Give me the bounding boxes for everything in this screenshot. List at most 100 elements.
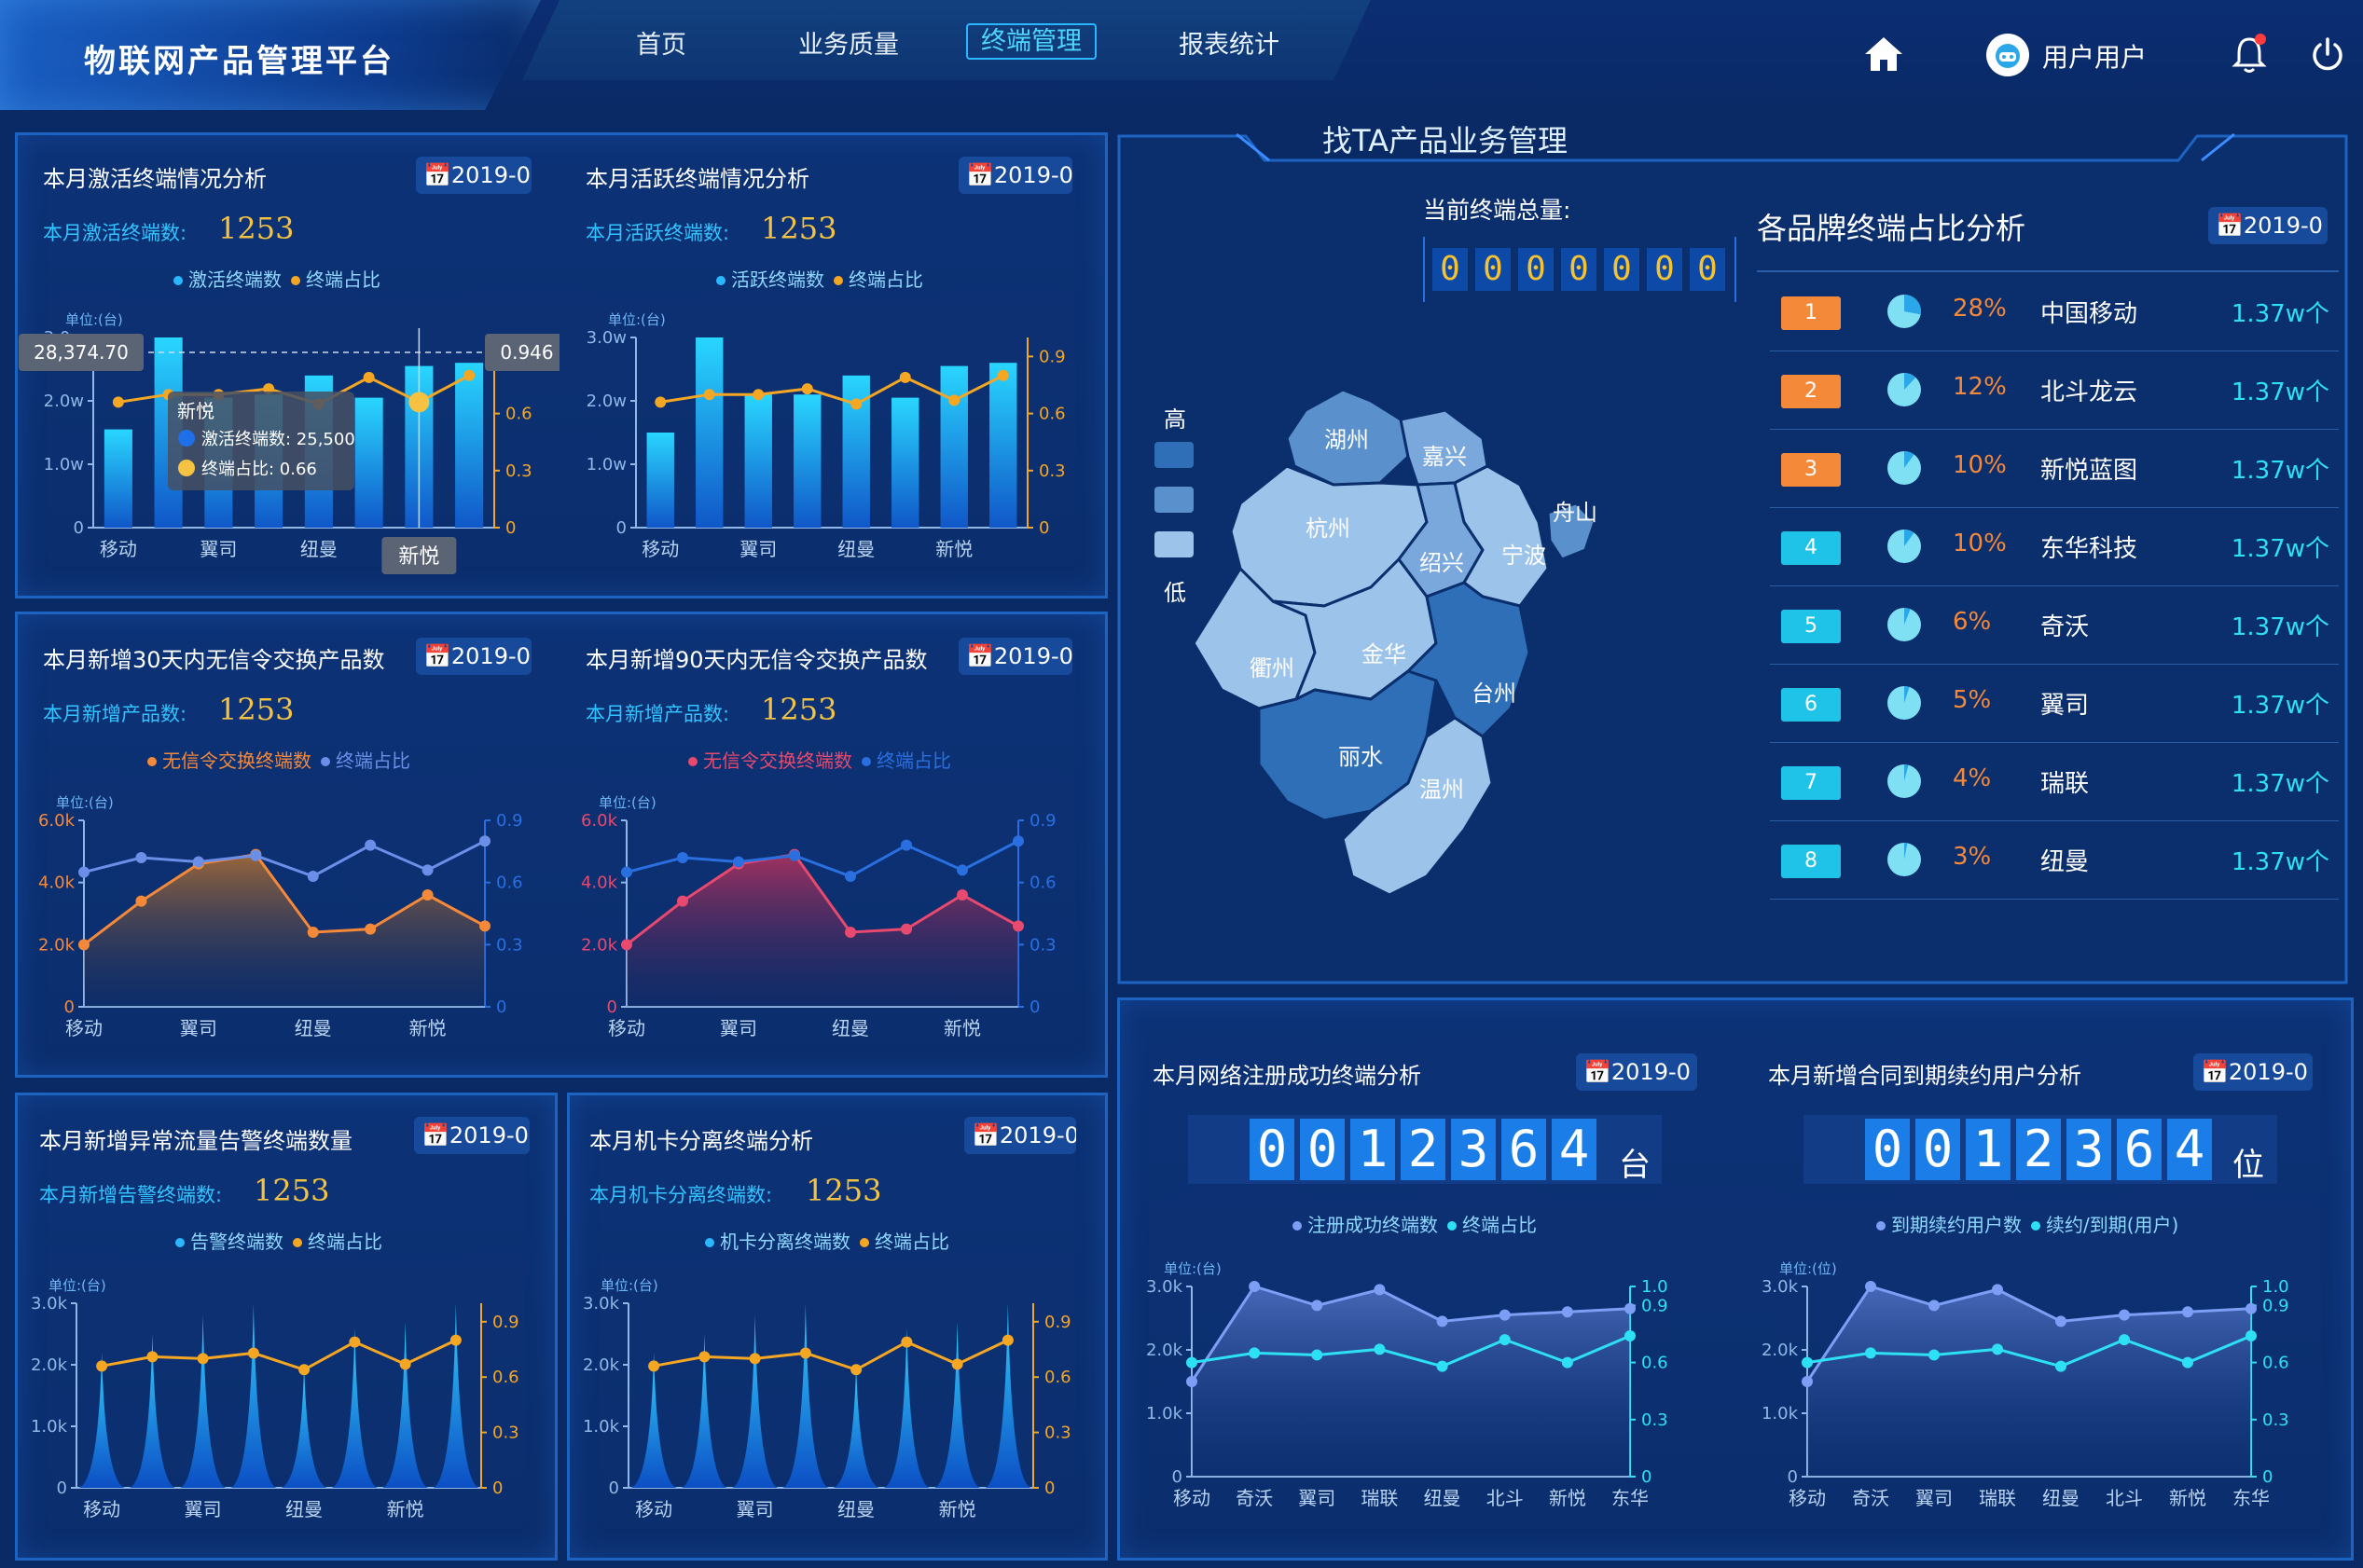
brand-row[interactable]: 3 10% 新悦蓝图 1.37w个 bbox=[1770, 429, 2339, 508]
brand-row[interactable]: 8 3% 纽曼 1.37w个 bbox=[1770, 820, 2339, 900]
ratio-point bbox=[1928, 1349, 1940, 1361]
panel1-date-picker[interactable]: 📅2019-0 bbox=[416, 157, 532, 194]
y-tick-label: 2.0k bbox=[581, 935, 618, 955]
legend-item: 终端占比 bbox=[849, 268, 923, 291]
power-icon[interactable] bbox=[2309, 35, 2346, 73]
y-tick-label: 4.0k bbox=[38, 873, 76, 893]
spike-bar bbox=[180, 1315, 227, 1488]
brand-row[interactable]: 1 28% 中国移动 1.37w个 bbox=[1770, 272, 2339, 351]
y2-tick-label: 0.9 bbox=[492, 1313, 519, 1332]
calendar-icon: 📅 bbox=[2216, 213, 2244, 239]
home-icon[interactable] bbox=[1863, 35, 1904, 73]
brand-row[interactable]: 6 5% 翼司 1.37w个 bbox=[1770, 664, 2339, 743]
brand-row[interactable]: 5 6% 奇沃 1.37w个 bbox=[1770, 585, 2339, 665]
panel8-date-picker[interactable]: 📅2019-0 bbox=[2193, 1053, 2313, 1091]
legend-item: 到期续约用户数 bbox=[1891, 1214, 2022, 1236]
x-tick-label: 纽曼 bbox=[1424, 1487, 1461, 1509]
panel5-stat-value: 1253 bbox=[254, 1173, 330, 1208]
brand-count: 1.37w个 bbox=[2231, 300, 2329, 328]
nav-item-home[interactable]: 首页 bbox=[636, 24, 686, 61]
avatar[interactable] bbox=[1986, 34, 2029, 76]
spike-bar bbox=[230, 1303, 277, 1488]
brand-date-picker[interactable]: 📅2019-0 bbox=[2208, 207, 2328, 244]
panel5-date-picker[interactable]: 📅2019-0 bbox=[414, 1117, 530, 1154]
x-tick-label: 纽曼 bbox=[300, 538, 338, 560]
bar bbox=[940, 365, 968, 528]
ratio-point bbox=[901, 839, 912, 851]
counter-digit: 0 bbox=[1647, 248, 1682, 291]
chart-unit-label: 单位:(台) bbox=[48, 1277, 106, 1294]
x-tick-label: 新悦 bbox=[939, 1498, 976, 1520]
x-tick-label: 纽曼 bbox=[837, 538, 875, 560]
nav-item-terminal[interactable]: 终端管理 bbox=[966, 21, 1097, 60]
series-point bbox=[845, 927, 856, 938]
user-name[interactable]: 用户用户 bbox=[2042, 37, 2147, 75]
panel4-date-picker[interactable]: 📅2019-0 bbox=[959, 638, 1072, 675]
brand-row[interactable]: 4 10% 东华科技 1.37w个 bbox=[1770, 507, 2339, 586]
rank-badge: 3 bbox=[1781, 453, 1841, 487]
counter-digit: 1 bbox=[1350, 1119, 1395, 1180]
chart-unit-label: 单位:(台) bbox=[56, 794, 114, 811]
y2-tick-label: 1.0 bbox=[2262, 1277, 2289, 1297]
brand-title: 各品牌终端占比分析 bbox=[1757, 211, 2026, 246]
rank-badge: 7 bbox=[1781, 766, 1841, 800]
counter-digit: 4 bbox=[1552, 1119, 1596, 1180]
chart-unit-label: 单位:(台) bbox=[608, 311, 666, 328]
nav-active-label: 终端管理 bbox=[966, 23, 1097, 60]
y2-tick-label: 0.3 bbox=[2262, 1410, 2289, 1430]
panel4-date: 2019-0 bbox=[993, 643, 1072, 669]
bell-icon[interactable] bbox=[2231, 32, 2268, 75]
x-tick-label: 新悦 bbox=[944, 1017, 981, 1039]
y2-tick-label: 0.6 bbox=[1641, 1354, 1668, 1373]
panel3-date-picker[interactable]: 📅2019-0 bbox=[416, 638, 532, 675]
y2-tick-label: 0.9 bbox=[1044, 1313, 1071, 1332]
counter-digit: 0 bbox=[1690, 248, 1725, 291]
ratio-point bbox=[749, 1353, 761, 1365]
y2-tick-label: 0.6 bbox=[492, 1368, 519, 1387]
counter-digit: 3 bbox=[2066, 1119, 2111, 1180]
chart-card-separation: 单位:(台) 0 1.0k 2.0k 3.0k 0 0.3 0.6 0.9 移动 翼司 纽曼 新悦 bbox=[583, 1277, 1071, 1520]
series-point bbox=[1802, 1376, 1813, 1387]
bar bbox=[794, 394, 822, 528]
y-tick-label: 2.0w bbox=[44, 392, 84, 411]
nav-item-quality[interactable]: 业务质量 bbox=[798, 24, 899, 61]
brand-name: 新悦蓝图 bbox=[2040, 457, 2138, 485]
panel6-date-picker[interactable]: 📅2019-0 bbox=[964, 1117, 1076, 1154]
nav-item-report[interactable]: 报表统计 bbox=[1179, 24, 1279, 61]
ratio-point bbox=[1865, 1347, 1876, 1359]
y-tick-label: 6.0k bbox=[38, 811, 76, 831]
y2-tick-label: 0.9 bbox=[1039, 347, 1066, 366]
ratio-point bbox=[1802, 1356, 1813, 1369]
pie-percent-icon bbox=[1887, 843, 1921, 876]
tooltip-bar-value: 激活终端数: 25,500 bbox=[201, 430, 355, 449]
series-point bbox=[479, 920, 491, 932]
legend-item: 终端占比 bbox=[308, 1231, 382, 1253]
x-tick-label: 翼司 bbox=[720, 1017, 757, 1039]
y-tick-label: 2.0w bbox=[587, 392, 627, 411]
panel8-title: 本月新增合同到期续约用户分析 bbox=[1768, 1063, 2081, 1089]
chart-no-signal-30: 单位:(台) 0 2.0k 4.0k 6.0k 0 0.3 0.6 0.9 移动 翼司 纽曼 新悦 bbox=[38, 794, 523, 1039]
x-tick-label: 瑞联 bbox=[1979, 1487, 2016, 1509]
brand-percent: 6% bbox=[1953, 608, 1992, 636]
brand-name: 北斗龙云 bbox=[2040, 378, 2138, 406]
y-tick-label: 0 bbox=[1172, 1467, 1182, 1487]
x-tick-label: 新悦 bbox=[409, 1017, 447, 1039]
y2-tick-label: 0.9 bbox=[496, 811, 523, 831]
register-unit: 台 bbox=[1619, 1147, 1651, 1184]
pie-percent-icon bbox=[1887, 608, 1921, 641]
y-tick-label: 0 bbox=[616, 518, 627, 538]
brand-date: 2019-0 bbox=[2243, 213, 2323, 239]
brand-row[interactable]: 2 12% 北斗龙云 1.37w个 bbox=[1770, 351, 2339, 430]
chart-renew: 单位:(位) 0 1.0k 2.0k 3.0k 0 0.3 0.6 0.91.0 移动 奇沃 翼司 瑞联… bbox=[1762, 1260, 2289, 1509]
map-city-label: 湖州 bbox=[1324, 427, 1369, 453]
panel7-date-picker[interactable]: 📅2019-0 bbox=[1576, 1053, 1697, 1091]
panel2-date-picker[interactable]: 📅2019-0 bbox=[959, 157, 1072, 194]
y-tick-label: 0 bbox=[57, 1479, 67, 1498]
x-tick-label: 纽曼 bbox=[837, 1498, 875, 1520]
brand-row[interactable]: 7 4% 瑞联 1.37w个 bbox=[1770, 742, 2339, 821]
counter-digit: 0 bbox=[1915, 1119, 1960, 1180]
y-tick-label: 3.0k bbox=[1146, 1277, 1183, 1297]
x-tick-label: 北斗 bbox=[1486, 1487, 1524, 1509]
app-title: 物联网产品管理平台 bbox=[84, 43, 394, 80]
ratio-point bbox=[850, 398, 863, 410]
